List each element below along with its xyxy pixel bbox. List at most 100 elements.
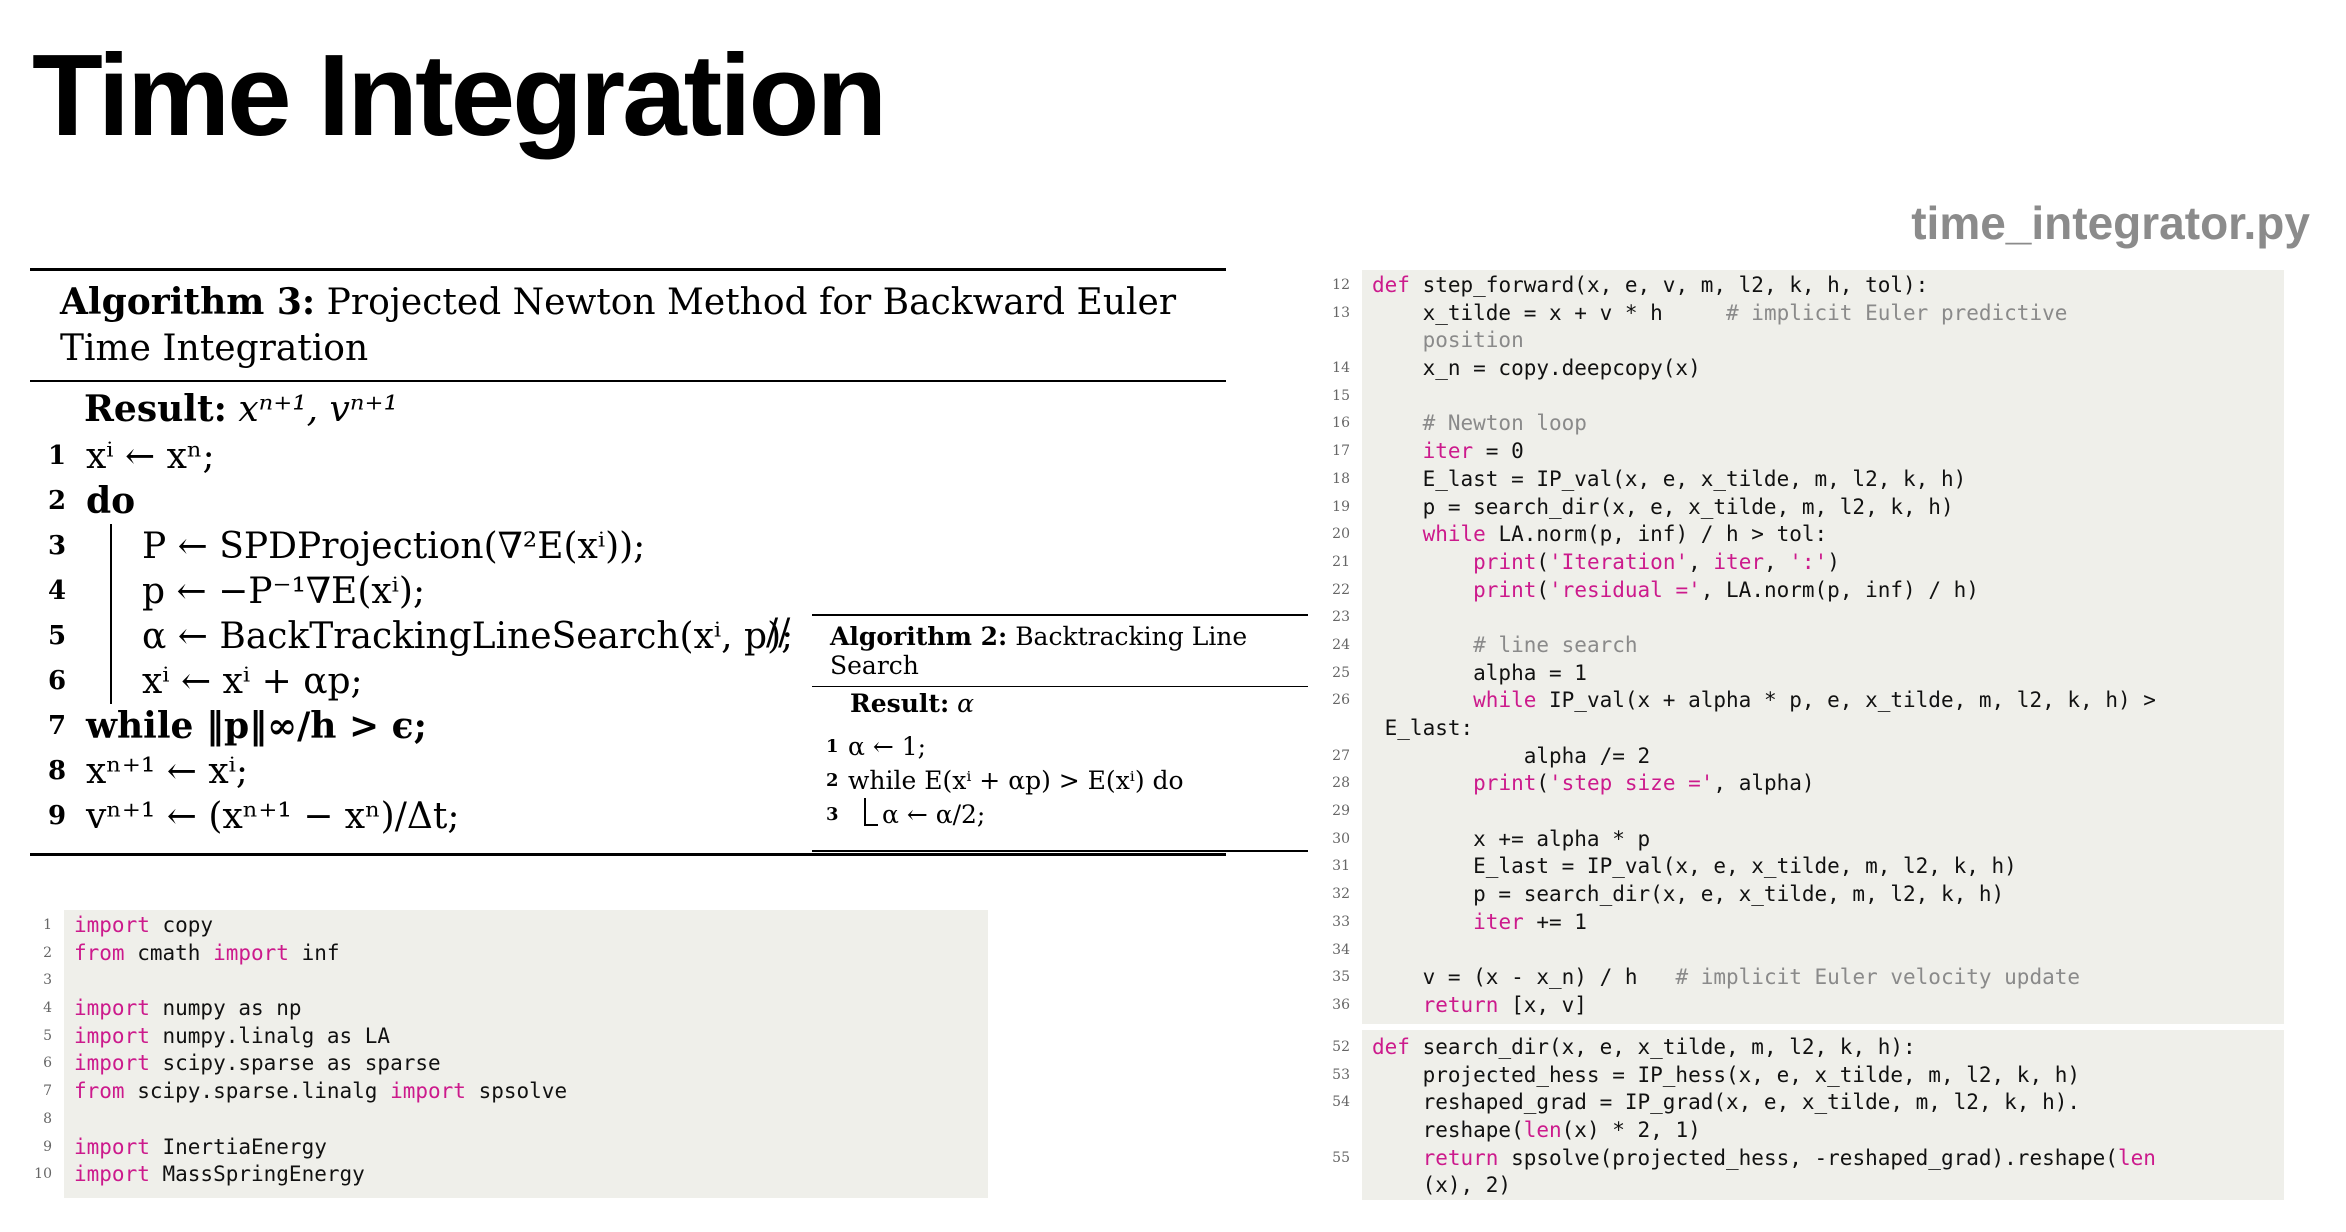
code-line-number: 26 (1332, 692, 1350, 709)
code-text: return spsolve(projected_hess, -reshaped… (1422, 1145, 2156, 1170)
code-line-number: 1 (43, 917, 52, 933)
code-line-number: 8 (43, 1110, 52, 1127)
result-label: Result: (84, 388, 227, 430)
code-text: alpha /= 2 (1372, 743, 1651, 768)
code-line: 12 def step_forward(x, e, v, m, l2, k, h,… (1332, 272, 2284, 300)
code-line: 29 (1332, 798, 2284, 826)
code-text: iter += 1 (1473, 909, 1587, 934)
code-line-number: 52 (1332, 1039, 1350, 1055)
line-text: α ← BackTrackingLineSearch(xⁱ, p); (142, 616, 794, 657)
code-text: v = (x - x_n) / h # implicit Euler veloc… (1372, 965, 2081, 990)
code-line-number: 27 (1332, 747, 1350, 764)
code-line: 52 def search_dir(x, e, x_tilde, m, l2, k… (1332, 1034, 2284, 1062)
code-line: 36 return [x, v] (1332, 992, 2284, 1020)
block-bar (864, 798, 866, 826)
line-text: xⁱ ← xⁱ + αp; (142, 661, 363, 702)
line-text: while E(xⁱ + αp) > E(xⁱ) do (848, 766, 1184, 795)
code-line: 2 from cmath import inf (43, 940, 988, 968)
code-line: 54 reshaped_grad = IP_grad(x, e, x_tilde… (1332, 1089, 2284, 1117)
block-bar (110, 524, 112, 569)
algorithm-2-lines: 1 α ← 1; 2 while E(xⁱ + αp) > E(xⁱ) do 3 α ← … (812, 730, 1308, 832)
code-line-number: 25 (1332, 664, 1350, 681)
code-line: 21 print('Iteration', iter, ':') (1332, 549, 2284, 577)
code-line: 27 alpha /= 2 (1332, 743, 2284, 771)
algorithm-3-header: Algorithm 3: Projected Newton Method for… (30, 271, 1226, 380)
algorithm-2-line: 2 while E(xⁱ + αp) > E(xⁱ) do (812, 764, 1308, 798)
line-text: P ← SPDProjection(∇²E(xⁱ)); (142, 526, 646, 567)
algorithm-3-title-line1: Projected Newton Method for Backward Eul… (326, 282, 1177, 323)
code-text: # Newton loop (1422, 411, 1587, 436)
code-line: 35 v = (x - x_n) / h # implicit Euler ve… (1332, 964, 2284, 992)
algorithm-2-header: Algorithm 2: Backtracking Line Search (812, 616, 1308, 686)
code-text: from cmath import inf (74, 940, 340, 965)
code-line: position (1362, 327, 2284, 355)
block-bar (110, 569, 112, 614)
algorithm-3-result: Result: xⁿ⁺¹, vⁿ⁺¹ (30, 382, 1226, 434)
code-line: 28 print('step size =', alpha) (1332, 770, 2284, 798)
code-line: 34 (1332, 937, 2284, 965)
algorithm-3-label: Algorithm 3: (60, 281, 316, 323)
code-line-number: 32 (1332, 886, 1350, 903)
page-title: Time Integration (32, 30, 887, 160)
code-line-number: 21 (1332, 553, 1350, 570)
algorithm-2-result: Result: α (812, 687, 1308, 730)
code-text: def search_dir(x, e, x_tilde, m, l2, k, … (1372, 1035, 1916, 1059)
code-line-number: 12 (1332, 277, 1350, 293)
code-line: 53 projected_hess = IP_hess(x, e, x_tild… (1332, 1062, 2284, 1090)
imports-code-panel: 1 import copy 2 from cmath import inf 3 4 impo… (34, 910, 988, 1198)
code-line-number: 7 (43, 1083, 52, 1100)
code-text: import numpy.linalg as LA (74, 1023, 391, 1048)
code-line: 23 (1332, 604, 2284, 632)
code-line-number: 23 (1332, 609, 1350, 626)
code-line-number: 3 (43, 972, 52, 989)
code-line: 14 x_n = copy.deepcopy(x) (1332, 355, 2284, 383)
line-number: 1 (826, 736, 839, 757)
code-line: 7 from scipy.sparse.linalg import spsolve (43, 1078, 988, 1106)
code-text: def step_forward(x, e, v, m, l2, k, h, t… (1372, 273, 1929, 297)
line-number: 2 (48, 486, 67, 516)
code-text: x += alpha * p (1372, 826, 1651, 851)
code-text: print('step size =', alpha) (1473, 771, 1815, 796)
code-line-number: 17 (1332, 443, 1350, 460)
code-line: 31 E_last = IP_val(x, e, x_tilde, m, l2,… (1332, 853, 2284, 881)
code-line-number: 16 (1332, 415, 1350, 432)
block-bar (110, 614, 112, 659)
code-text: import scipy.sparse as sparse (74, 1051, 441, 1076)
code-text: from scipy.sparse.linalg import spsolve (74, 1079, 568, 1104)
code-line: 8 (43, 1106, 988, 1134)
search-dir-code-panel: 52 def search_dir(x, e, x_tilde, m, l2, k… (1332, 1030, 2284, 1200)
line-number: 1 (48, 441, 67, 471)
filename-label: time_integrator.py (1911, 197, 2310, 249)
algorithm-3-line: 1 xⁱ ← xⁿ; (30, 434, 1226, 479)
code-line: reshape(len(x) * 2, 1) (1362, 1117, 2284, 1145)
code-text: E_last: (1372, 716, 1474, 740)
comment-marker: // (766, 612, 791, 653)
code-text: (x), 2) (1372, 1173, 1512, 1198)
line-text: α ← α/2; (882, 800, 986, 829)
code-text: print('residual =', LA.norm(p, inf) / h) (1473, 577, 1979, 602)
alg2-bottom-rule (812, 850, 1308, 852)
code-line-number: 35 (1332, 969, 1350, 986)
code-text: alpha = 1 (1372, 660, 1587, 685)
result-value: xⁿ⁺¹, vⁿ⁺¹ (238, 389, 398, 430)
code-line-number: 19 (1332, 498, 1350, 515)
code-line-number: 13 (1332, 304, 1350, 321)
code-line: 3 (43, 967, 988, 995)
code-line-number: 53 (1332, 1066, 1350, 1083)
code-text: E_last = IP_val(x, e, x_tilde, m, l2, k,… (1372, 854, 2017, 879)
line-number: 4 (48, 576, 67, 606)
code-line-number: 54 (1332, 1094, 1350, 1111)
code-line-number: 5 (43, 1027, 52, 1044)
code-line-number: 28 (1332, 775, 1350, 792)
step-forward-code-panel: 12 def step_forward(x, e, v, m, l2, k, h,… (1332, 270, 2284, 1024)
code-line-number: 29 (1332, 803, 1350, 820)
algorithm-3-title-line2: Time Integration (60, 328, 369, 369)
line-number: 8 (48, 756, 67, 786)
code-line-number: 24 (1332, 636, 1350, 653)
line-text: do (86, 480, 136, 522)
code-line-number: 36 (1332, 996, 1350, 1013)
code-line-number: 30 (1332, 830, 1350, 847)
code-line: E_last: (1362, 715, 2284, 743)
line-text: p ← −P⁻¹∇E(xⁱ); (142, 571, 426, 612)
alg2-result-label: Result: (850, 689, 950, 718)
